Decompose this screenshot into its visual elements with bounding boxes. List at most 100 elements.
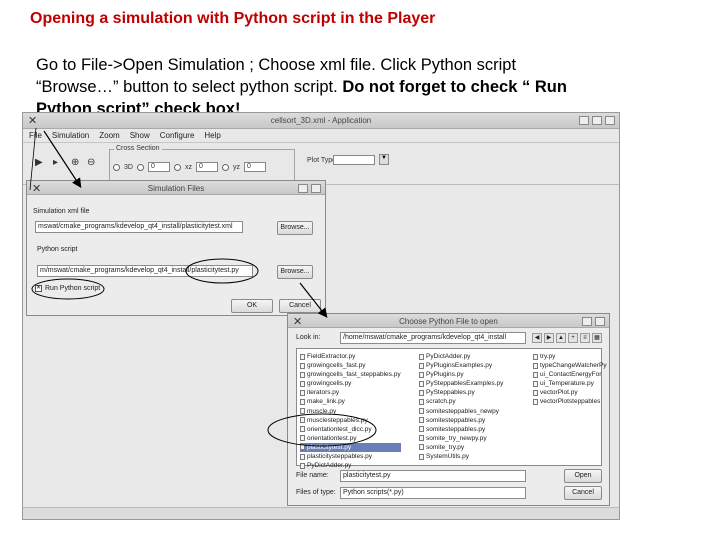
file-list-item-label: somitesteppables_newpy [426, 407, 499, 415]
file-icon [300, 408, 305, 415]
radio-xz[interactable] [173, 163, 181, 171]
file-dialog-x-icon[interactable] [595, 317, 605, 326]
menu-zoom[interactable]: Zoom [99, 131, 119, 140]
plot-type-dropdown-icon[interactable]: ▼ [379, 154, 389, 165]
file-list-item[interactable]: vectorPlot.py [533, 388, 607, 397]
minimize-icon[interactable] [579, 116, 589, 125]
file-list[interactable]: FieldExtractor.py growingcells_fast.py gro… [296, 348, 607, 469]
forward-icon[interactable]: ▶ [544, 333, 554, 343]
play-icon[interactable]: ▶ [35, 157, 43, 168]
horizontal-scrollbar[interactable] [23, 507, 619, 519]
file-list-item[interactable]: make_link.py [300, 397, 401, 406]
plot-type-combo[interactable] [333, 155, 375, 165]
file-list-item-label: PyDictAdder.py [426, 353, 471, 360]
file-list-item[interactable]: growingcells.py [300, 379, 401, 388]
new-folder-icon[interactable]: + [568, 333, 578, 343]
python-script-input[interactable]: m/mswat/cmake_programs/kdevelop_qt4_inst… [37, 265, 253, 277]
file-list-item-label: somite_try_newpy.py [426, 434, 487, 442]
file-list-item[interactable]: ui_Temperature.py [533, 379, 607, 388]
simulation-files-titlebar: ✕ Simulation Files [27, 181, 325, 195]
radio-xy[interactable] [136, 163, 144, 171]
filename-input[interactable]: plasticitytest.py [340, 470, 526, 482]
zoom-out-icon[interactable]: ⊖ [87, 157, 95, 168]
menu-file[interactable]: File [29, 131, 42, 140]
instruction-line-2: “Browse…” button to select python script… [36, 78, 343, 96]
file-list-item[interactable]: PyPlugins.py [419, 370, 503, 379]
toolbar: ▶ ▸ ⊕ ⊖ Cross Section 3D 0 xz 0 yz 0 Plo… [23, 143, 619, 185]
filetype-combo[interactable]: Python scripts(*.py) [340, 487, 526, 499]
look-in-combo[interactable]: /home/mswat/cmake_programs/kdevelop_qt4_… [340, 332, 526, 344]
radio-3d-label: 3D [124, 163, 133, 171]
detail-view-icon[interactable]: ▦ [592, 333, 602, 343]
python-script-label: Python script [37, 246, 78, 253]
file-icon [533, 389, 538, 396]
file-cancel-button[interactable]: Cancel [564, 486, 602, 500]
file-list-item[interactable]: musclesteppables.py [300, 416, 401, 425]
run-python-checkbox[interactable]: ✕ [35, 285, 42, 292]
file-list-item[interactable]: plasticitytest.py [300, 442, 401, 453]
xml-file-input[interactable]: mswat/cmake_programs/kdevelop_qt4_instal… [35, 221, 243, 233]
file-list-item[interactable]: ui_ContactEnergyFor [533, 370, 607, 379]
file-list-item[interactable]: muscle.py [300, 407, 401, 416]
file-list-item-label: somitesteppables.py [426, 425, 486, 433]
xz-spinbox[interactable]: 0 [195, 162, 218, 172]
file-list-item[interactable]: somitesteppables.py [419, 416, 503, 425]
yz-spinbox[interactable]: 0 [243, 162, 266, 172]
file-list-item[interactable]: PyPluginsExamples.py [419, 361, 503, 370]
file-icon [300, 435, 305, 442]
run-python-checkbox-row[interactable]: ✕ Run Python script [35, 285, 100, 292]
up-folder-icon[interactable]: ▲ [556, 333, 566, 343]
file-list-item[interactable]: typeChangeWatcherPy [533, 361, 607, 370]
dialog-help-icon[interactable] [298, 184, 308, 193]
list-view-icon[interactable]: ≡ [580, 333, 590, 343]
file-icon [419, 408, 424, 415]
menu-simulation[interactable]: Simulation [52, 131, 89, 140]
cross-section-legend: Cross Section [114, 145, 162, 152]
file-list-item[interactable]: growingcells_fast_steppables.py [300, 370, 401, 379]
file-list-item[interactable]: SystemUtils.py [419, 452, 503, 461]
file-list-item-label: plasticitytest.py [307, 443, 352, 451]
player-window-title: cellsort_3D.xml - Application [270, 116, 372, 125]
file-list-item[interactable]: orientationtest_dicc.py [300, 425, 401, 434]
xml-browse-button[interactable]: Browse... [277, 221, 313, 235]
file-list-item[interactable]: plasticitysteppables.py [300, 452, 401, 461]
file-list-item[interactable]: orientationtest.py [300, 434, 401, 443]
maximize-icon[interactable] [592, 116, 602, 125]
menu-configure[interactable]: Configure [160, 131, 195, 140]
file-dialog-help-icon[interactable] [582, 317, 592, 326]
cancel-button[interactable]: Cancel [279, 299, 321, 313]
file-list-item[interactable]: somitesteppables_newpy [419, 407, 503, 416]
file-list-item[interactable]: PyDictAdder.py [419, 352, 503, 361]
menu-show[interactable]: Show [130, 131, 150, 140]
menu-help[interactable]: Help [204, 131, 220, 140]
file-list-item[interactable]: FieldExtractor.py [300, 352, 401, 361]
file-list-item[interactable]: vectorPlotsteppables [533, 397, 607, 406]
file-list-item[interactable]: PyDictAdder.py [300, 461, 401, 470]
file-list-item[interactable]: PySteppables.py [419, 388, 503, 397]
python-browse-button[interactable]: Browse... [277, 265, 313, 279]
file-list-item[interactable]: growingcells_fast.py [300, 361, 401, 370]
file-list-item[interactable]: PySteppablesExamples.py [419, 379, 503, 388]
xy-spinbox[interactable]: 0 [147, 162, 170, 172]
file-list-item[interactable]: somite_try.py [419, 443, 503, 452]
back-icon[interactable]: ◀ [532, 333, 542, 343]
look-in-label: Look in: [296, 334, 321, 341]
ok-button[interactable]: OK [231, 299, 273, 313]
file-list-item[interactable]: iterators.py [300, 388, 401, 397]
file-list-item-label: PyPluginsExamples.py [426, 362, 493, 370]
file-column-1: FieldExtractor.py growingcells_fast.py gro… [300, 352, 401, 470]
step-icon[interactable]: ▸ [53, 157, 58, 168]
file-list-item[interactable]: scratch.py [419, 397, 503, 406]
file-list-item[interactable]: somitesteppables.py [419, 425, 503, 434]
choose-file-title: Choose Python File to open [399, 317, 498, 326]
window-close-icon[interactable] [605, 116, 615, 125]
file-icon [419, 444, 424, 451]
file-list-item[interactable]: somite_try_newpy.py [419, 434, 503, 443]
zoom-in-icon[interactable]: ⊕ [71, 157, 79, 168]
open-button[interactable]: Open [564, 469, 602, 483]
dialog-close-button-icon[interactable] [311, 184, 321, 193]
radio-yz[interactable] [221, 163, 229, 171]
radio-3d[interactable] [113, 163, 120, 171]
file-list-item[interactable]: try.py [533, 352, 607, 361]
file-list-item-label: growingcells_fast.py [307, 362, 366, 370]
